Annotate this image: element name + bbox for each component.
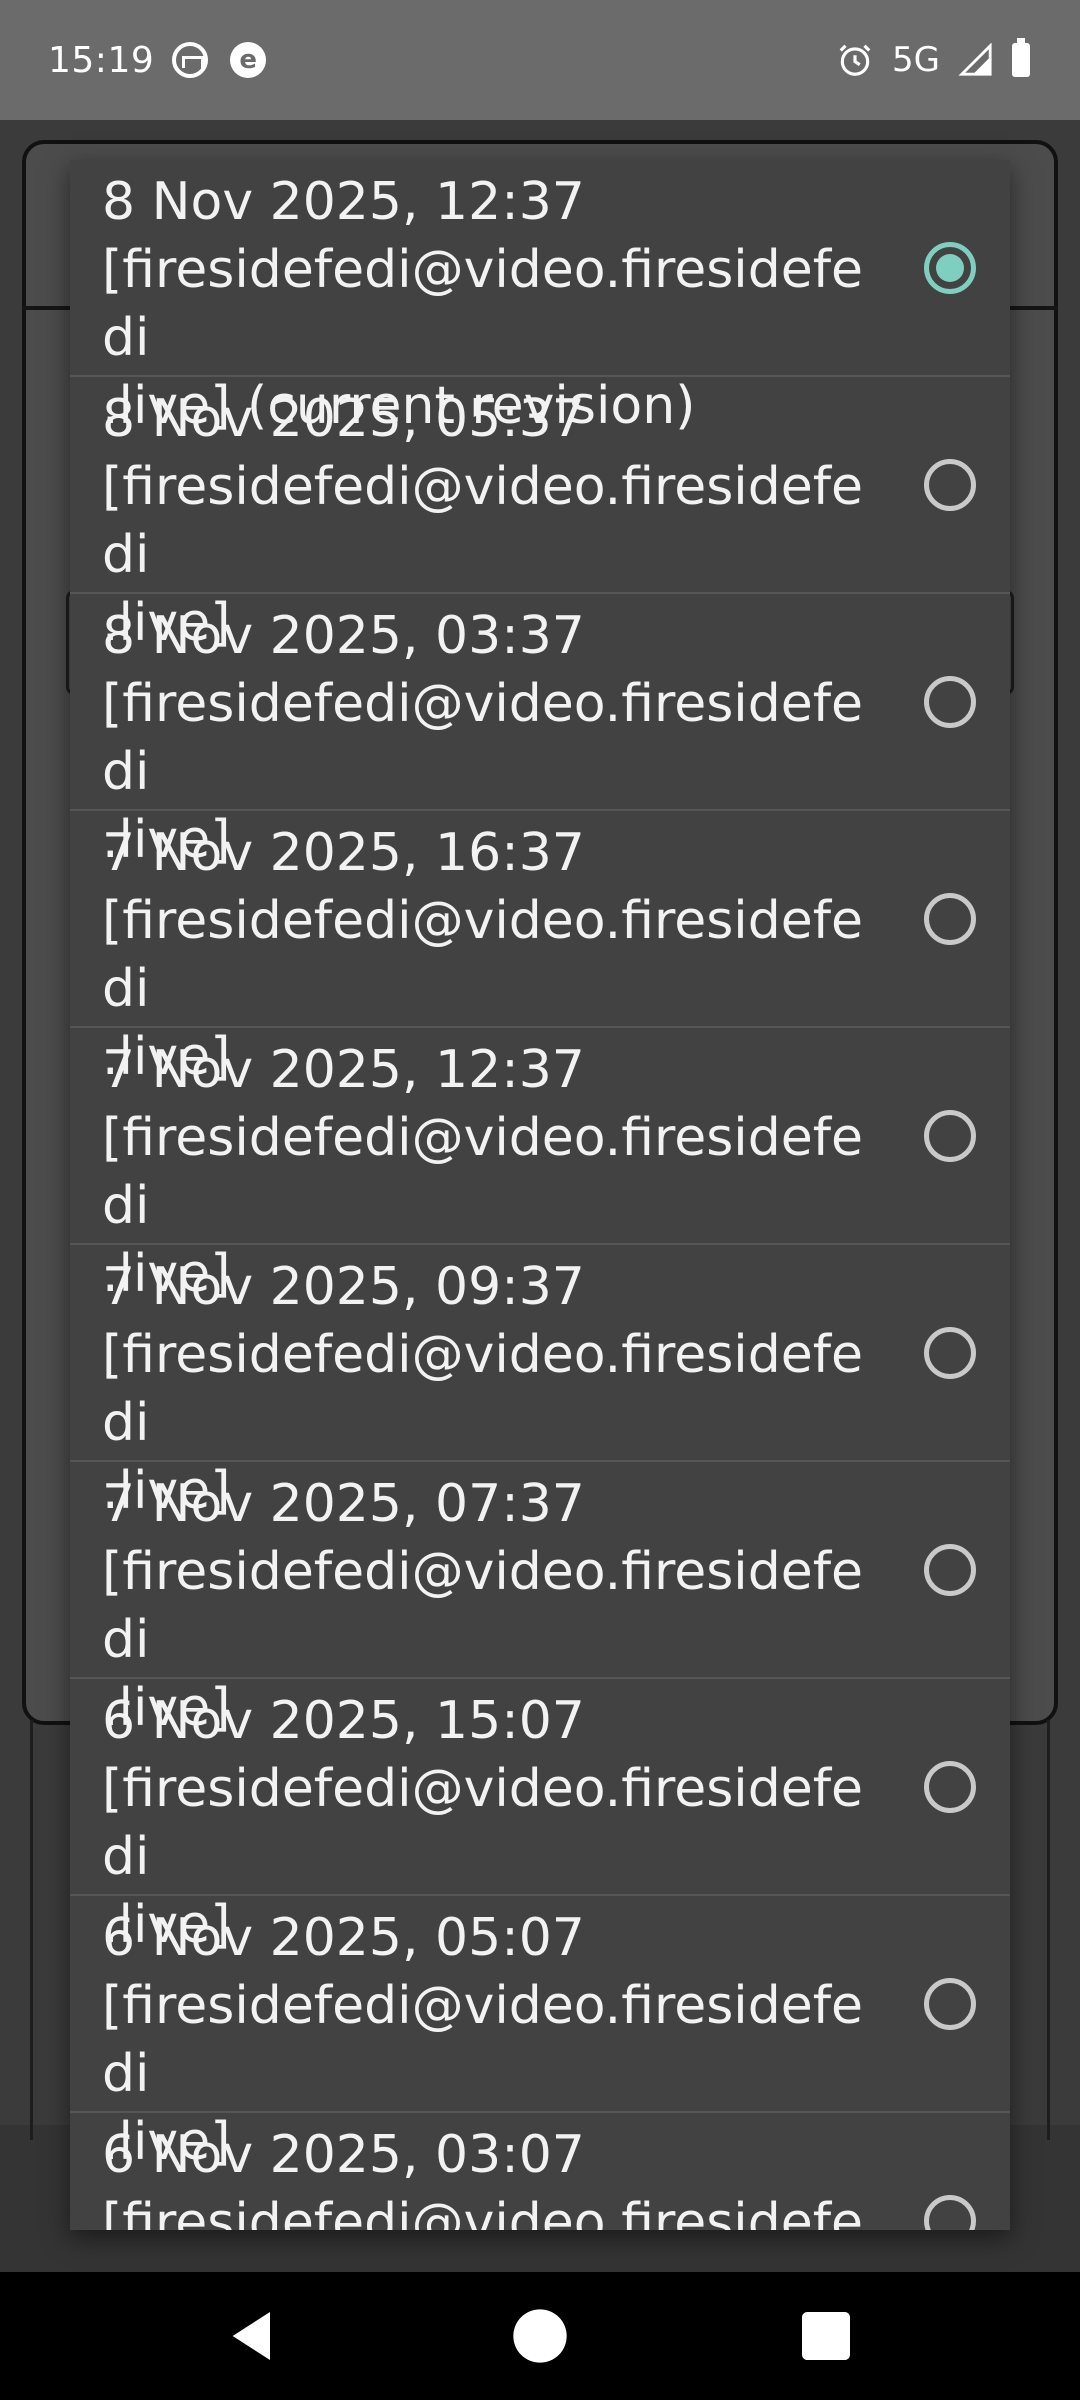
status-right: 5G bbox=[818, 36, 1030, 84]
message-icon bbox=[172, 42, 209, 78]
signal-icon bbox=[958, 43, 992, 76]
revision-dropdown-list[interactable]: 8 Nov 2025, 12:37 [firesidefedi@video.fi… bbox=[70, 160, 1010, 2230]
radio-button[interactable] bbox=[924, 1761, 976, 1813]
status-bar: 15:19 e 5G bbox=[0, 0, 1080, 120]
home-icon[interactable] bbox=[508, 2304, 572, 2368]
revision-option[interactable]: 8 Nov 2025, 12:37 [firesidefedi@video.fi… bbox=[70, 160, 1010, 436]
status-left: 15:19 e bbox=[48, 36, 267, 84]
radio-button[interactable] bbox=[924, 459, 976, 511]
revision-option-label: 6 Nov 2025, 03:07 [firesidefedi@video.fi… bbox=[102, 2125, 864, 2230]
revision-option[interactable]: 7 Nov 2025, 12:37 [firesidefedi@video.fi… bbox=[70, 1028, 1010, 1304]
radio-button[interactable] bbox=[924, 1327, 976, 1379]
revision-option[interactable]: 6 Nov 2025, 05:07 [firesidefedi@video.fi… bbox=[70, 1896, 1010, 2172]
radio-button[interactable] bbox=[924, 1110, 976, 1162]
revision-option[interactable]: 8 Nov 2025, 03:37 [firesidefedi@video.fi… bbox=[70, 594, 1010, 870]
alarm-icon bbox=[839, 44, 871, 76]
e-badge-icon: e bbox=[230, 42, 267, 78]
back-icon[interactable] bbox=[222, 2304, 286, 2368]
radio-button[interactable] bbox=[924, 242, 976, 294]
status-time: 15:19 bbox=[48, 39, 155, 81]
revision-option[interactable]: 7 Nov 2025, 16:37 [firesidefedi@video.fi… bbox=[70, 811, 1010, 1087]
radio-button[interactable] bbox=[924, 676, 976, 728]
radio-button[interactable] bbox=[924, 893, 976, 945]
revision-option[interactable]: 7 Nov 2025, 09:37 [firesidefedi@video.fi… bbox=[70, 1245, 1010, 1521]
radio-button[interactable] bbox=[924, 2195, 976, 2230]
radio-button[interactable] bbox=[924, 1544, 976, 1596]
revision-option[interactable]: 8 Nov 2025, 05:37 [firesidefedi@video.fi… bbox=[70, 377, 1010, 653]
revision-option[interactable]: 7 Nov 2025, 07:37 [firesidefedi@video.fi… bbox=[70, 1462, 1010, 1738]
revision-option[interactable]: 6 Nov 2025, 03:07 [firesidefedi@video.fi… bbox=[70, 2113, 1010, 2230]
battery-icon bbox=[1012, 38, 1030, 77]
revision-option[interactable]: 6 Nov 2025, 15:07 [firesidefedi@video.fi… bbox=[70, 1679, 1010, 1955]
radio-button[interactable] bbox=[924, 1978, 976, 2030]
navigation-bar bbox=[0, 2272, 1080, 2400]
network-type: 5G bbox=[892, 40, 940, 80]
recents-icon[interactable] bbox=[794, 2304, 858, 2368]
